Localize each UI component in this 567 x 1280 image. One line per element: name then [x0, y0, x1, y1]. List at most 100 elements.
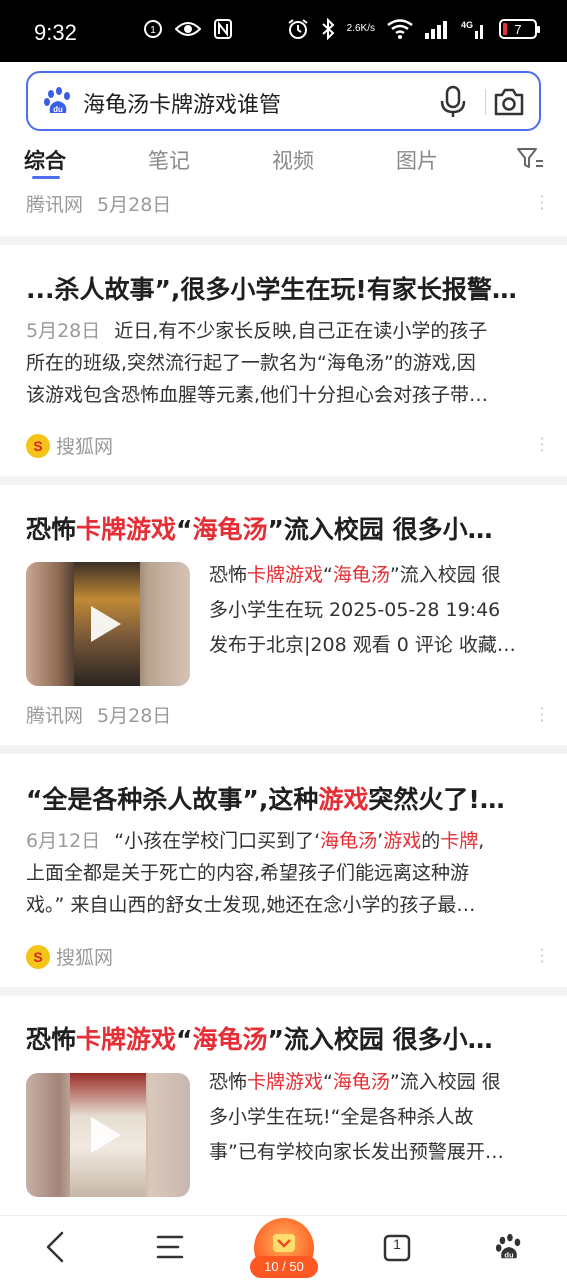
result-divider	[0, 476, 567, 485]
play-icon[interactable]	[91, 606, 121, 642]
desc-highlight: 海龟汤	[332, 1071, 390, 1093]
result-divider	[0, 745, 567, 754]
snippet-line: 该游戏包含恐怖血腥等元素,他们十分担心会对孩子带…	[26, 384, 489, 406]
nfc-badge-icon: 1	[143, 19, 163, 39]
camera-icon[interactable]	[493, 85, 525, 119]
baidu-paw-icon[interactable]: du	[494, 1232, 524, 1266]
result-title[interactable]: 恐怖卡牌游戏“海龟汤”流入校园 很多小…	[26, 1020, 546, 1056]
more-options-icon[interactable]: · · ·	[539, 701, 545, 729]
play-icon[interactable]	[91, 1117, 121, 1153]
snippet-text: 近日,有不少家长反映,自己正在读小学的孩子	[114, 320, 488, 342]
battery-level: 7	[514, 21, 522, 37]
svg-text:du: du	[53, 105, 63, 114]
desc-text: “	[323, 1071, 333, 1093]
svg-text:4G: 4G	[461, 20, 473, 30]
status-time: 9:32	[34, 20, 77, 45]
more-options-icon[interactable]: · · ·	[539, 431, 545, 459]
sohu-logo-icon: S	[26, 944, 50, 969]
result-title[interactable]: 恐怖卡牌游戏“海龟汤”流入校园 很多小…	[26, 510, 546, 546]
video-thumbnail[interactable]	[26, 562, 190, 686]
title-text: 突然火了!…	[368, 785, 505, 814]
result-title[interactable]: ...杀人故事”,很多小学生在玩!有家长报警…	[26, 270, 546, 306]
desc-text: 恐怖	[209, 564, 248, 586]
snippet-line: 5月28日 近日,有不少家长反映,自己正在读小学的孩子	[26, 315, 541, 347]
snippet-text: “小孩在学校门口买到了‘	[114, 830, 321, 852]
result-date: 6月12日	[26, 830, 101, 852]
snippet-line: 6月12日 “小孩在学校门口买到了‘海龟汤’游戏的卡牌,	[26, 825, 541, 857]
more-options-icon[interactable]: · · ·	[539, 189, 545, 217]
desc-text: ”流入校园 很	[389, 1071, 501, 1093]
result-date: 5月28日	[97, 194, 172, 216]
microphone-icon[interactable]	[438, 85, 468, 119]
net-speed-value: 2.6	[346, 23, 361, 34]
status-bar: 9:32 1 2.6 K/s 4G 7	[0, 0, 567, 62]
video-description: 恐怖卡牌游戏“海龟汤”流入校园 很 多小学生在玩 2025-05-28 19:4…	[209, 558, 544, 663]
snippet-line: 戏。” 来自山西的舒女士发现,她还在念小学的孩子最…	[26, 894, 476, 916]
result-divider	[0, 236, 567, 245]
desc-line: 恐怖卡牌游戏“海龟汤”流入校园 很	[209, 558, 544, 593]
result-snippet: 6月12日 “小孩在学校门口买到了‘海龟汤’游戏的卡牌, 上面全都是关于死亡的内容…	[26, 825, 541, 921]
menu-icon[interactable]	[156, 1234, 184, 1264]
title-text: 恐怖	[26, 515, 77, 544]
tabs-count-icon[interactable]: 1	[383, 1234, 411, 1266]
back-arrow-icon[interactable]	[42, 1230, 68, 1268]
title-text: “	[176, 1025, 193, 1054]
search-tabs: 综合 笔记 视频 图片	[0, 140, 567, 184]
title-highlight: 海龟汤	[192, 515, 268, 544]
more-options-icon[interactable]: · · ·	[539, 942, 545, 970]
sohu-logo-icon: S	[26, 433, 50, 458]
title-text: ”流入校园 很多小…	[267, 1025, 493, 1054]
desc-highlight: 海龟汤	[332, 564, 390, 586]
video-description: 恐怖卡牌游戏“海龟汤”流入校园 很 多小学生在玩!“全是各种杀人故 事”已有学校…	[209, 1065, 544, 1170]
partial-result-meta: 腾讯网 5月28日	[26, 190, 171, 217]
title-highlight: 海龟汤	[192, 1025, 268, 1054]
tab-all[interactable]: 综合	[24, 145, 66, 175]
search-input[interactable]: 海龟汤卡牌游戏谁管	[83, 87, 281, 119]
snippet-text: 的	[421, 830, 441, 852]
result-snippet: 5月28日 近日,有不少家长反映,自己正在读小学的孩子 所在的班级,突然流行起了一…	[26, 315, 541, 411]
desc-line: 多小学生在玩!“全是各种杀人故	[209, 1106, 474, 1128]
result-divider	[0, 987, 567, 996]
result-date: 5月28日	[26, 320, 101, 342]
result-title[interactable]: “全是各种杀人故事”,这种游戏突然火了!…	[26, 780, 546, 816]
desc-line: 发布于北京|208 观看 0 评论 收藏…	[209, 634, 516, 656]
net-speed-unit: K/s	[360, 23, 375, 34]
search-divider	[485, 89, 486, 115]
snippet-text: ,	[478, 830, 485, 852]
status-icons: 1 2.6 K/s 4G 7	[143, 18, 540, 40]
result-source[interactable]: 腾讯网	[26, 194, 83, 216]
baidu-paw-icon[interactable]: du	[42, 85, 74, 117]
desc-highlight: 卡牌游戏	[247, 564, 324, 586]
bottom-navigation: 10 / 50 1 du	[0, 1215, 567, 1280]
result-source[interactable]: 腾讯网	[26, 705, 83, 727]
snippet-line: 所在的班级,突然流行起了一款名为“海龟汤”的游戏,因	[26, 352, 476, 374]
tab-images[interactable]: 图片	[396, 145, 438, 175]
net-speed: 2.6 K/s	[347, 24, 375, 34]
search-bar[interactable]: du 海龟汤卡牌游戏谁管	[26, 71, 541, 131]
desc-highlight: 卡牌游戏	[247, 1071, 324, 1093]
snippet-highlight: 游戏	[383, 830, 422, 852]
result-source[interactable]: 搜狐网	[56, 432, 113, 459]
task-progress[interactable]: 10 / 50	[250, 1256, 318, 1278]
desc-line: 恐怖卡牌游戏“海龟汤”流入校园 很	[209, 1065, 544, 1100]
filter-icon[interactable]	[516, 146, 544, 172]
title-highlight: 卡牌游戏	[76, 1025, 177, 1054]
result-source[interactable]: 搜狐网	[56, 943, 113, 970]
title-text: “	[176, 515, 193, 544]
desc-text: ”流入校园 很	[389, 564, 501, 586]
snippet-line: 上面全都是关于死亡的内容,希望孩子们能远离这种游	[26, 862, 470, 884]
result-source-row[interactable]: S 搜狐网	[26, 943, 113, 970]
result-source-row[interactable]: S 搜狐网	[26, 432, 113, 459]
network-4g-icon: 4G	[461, 19, 487, 39]
tab-notes[interactable]: 笔记	[148, 145, 190, 175]
svg-text:du: du	[504, 1250, 514, 1259]
title-text: ”流入校园 很多小…	[267, 515, 493, 544]
active-tab-indicator	[32, 176, 60, 179]
title-text: “全是各种杀人故事”,这种	[26, 785, 319, 814]
desc-line: 多小学生在玩 2025-05-28 19:46	[209, 599, 501, 621]
signal-icon	[425, 19, 449, 39]
tab-videos[interactable]: 视频	[272, 145, 314, 175]
result-date: 5月28日	[97, 705, 172, 727]
video-thumbnail[interactable]	[26, 1073, 190, 1197]
svg-text:1: 1	[150, 25, 156, 36]
